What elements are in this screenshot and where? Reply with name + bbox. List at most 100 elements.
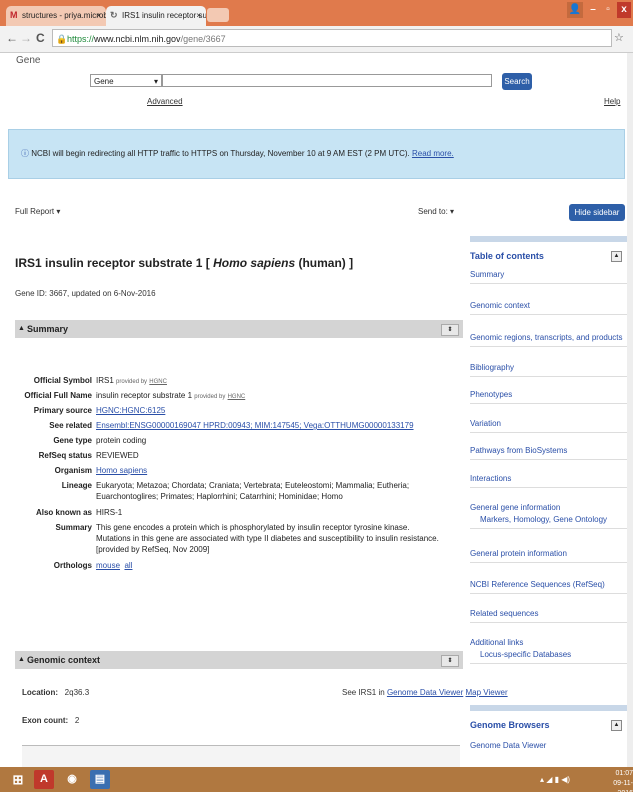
close-tab-icon[interactable]: × <box>96 6 101 26</box>
genome-data-viewer-link[interactable]: Genome Data Viewer <box>387 688 463 697</box>
hgnc-link[interactable]: HGNC <box>228 394 246 400</box>
acrobat-icon[interactable]: A <box>34 770 54 789</box>
provided-by: provided by <box>194 394 226 400</box>
clock[interactable]: 01:07 09-11-2016 <box>601 769 633 799</box>
sidebar-item-related-sequences[interactable]: Related sequences <box>470 609 627 623</box>
sidebar-top-bar <box>470 236 627 242</box>
toc-collapse-icon[interactable]: ▲ <box>611 251 622 262</box>
map-viewer-link[interactable]: Map Viewer <box>466 688 508 697</box>
gene-symbol: IRS1 <box>15 256 42 270</box>
sidebar-subitem-locus-db[interactable]: Locus-specific Databases <box>470 650 627 659</box>
url-input[interactable]: 🔒 https://www.ncbi.nlm.nih.gov/gene/3667 <box>52 29 612 47</box>
new-tab-button[interactable] <box>207 8 229 22</box>
page-scrollbar[interactable] <box>627 53 633 767</box>
row-label: Lineage <box>61 481 92 490</box>
browsers-collapse-icon[interactable]: ▲ <box>611 720 622 731</box>
page-title: IRS1 insulin receptor substrate 1 [ Homo… <box>15 256 353 270</box>
hide-sidebar-button[interactable]: Hide sidebar >> <box>569 204 625 234</box>
sidebar-item-interactions[interactable]: Interactions <box>470 474 627 488</box>
system-tray-icons[interactable]: ▴ ◢ ▮ ◀) <box>540 775 570 784</box>
sidebar-item-summary[interactable]: Summary <box>470 270 627 284</box>
read-more-link[interactable]: Read more. <box>412 149 454 158</box>
sidebar-subitem-markers[interactable]: Markers, Homology, Gene Ontology <box>470 515 627 524</box>
exon-value: 2 <box>74 716 80 725</box>
search-button[interactable]: Search <box>502 73 532 90</box>
exon-label: Exon count: <box>22 716 69 725</box>
sidebar-item-additional-links[interactable]: Additional links Locus-specific Database… <box>470 638 627 664</box>
exon-count-line: Exon count: 2 <box>22 716 79 725</box>
search-input[interactable] <box>162 74 492 87</box>
close-tab-icon[interactable]: × <box>196 6 201 26</box>
sidebar-item-genome-data-viewer[interactable]: Genome Data Viewer <box>470 741 627 754</box>
help-link[interactable]: Help <box>604 97 620 106</box>
section-title: Genomic context <box>27 655 101 665</box>
tab-label: structures - priya.microb <box>22 11 106 20</box>
clock-time: 01:07 <box>615 770 633 777</box>
genomic-context-section-header[interactable]: ▲ Genomic context ⇕ <box>15 651 463 669</box>
tab-gmail[interactable]: M structures - priya.microb × <box>6 6 106 26</box>
section-title: Summary <box>27 324 69 334</box>
toc-title: Table of contents <box>470 251 544 261</box>
row-label: Official Symbol <box>33 376 92 385</box>
info-icon: ⓘ <box>21 149 29 158</box>
summary-section-header[interactable]: ▲ Summary ⇕ <box>15 320 463 338</box>
organism-link[interactable]: Homo sapiens <box>96 466 147 475</box>
forward-icon[interactable]: → <box>20 30 32 46</box>
sidebar-item-genomic-context[interactable]: Genomic context <box>470 301 627 315</box>
database-select[interactable]: Gene ▾ <box>90 74 162 87</box>
see-related-links[interactable]: Ensembl:ENSG00000169047 HPRD:00943; MIM:… <box>96 421 414 430</box>
file-explorer-icon[interactable]: ▤ <box>90 770 110 789</box>
url-scheme: https:// <box>67 34 95 44</box>
see-prefix: See IRS1 in <box>342 688 385 697</box>
address-bar: ← → C 🔒 https://www.ncbi.nlm.nih.gov/gen… <box>0 26 633 53</box>
url-path: /gene/3667 <box>180 34 226 44</box>
advanced-link[interactable]: Advanced <box>147 97 183 106</box>
row-label: Primary source <box>33 406 92 415</box>
row-label: Organism <box>54 466 92 475</box>
section-nav-icon[interactable]: ⇕ <box>441 324 459 336</box>
sidebar-item-label: Additional links <box>470 638 524 647</box>
sidebar-item-general-gene-info[interactable]: General gene information Markers, Homolo… <box>470 503 627 529</box>
tab-strip: M structures - priya.microb × ↻ IRS1 ins… <box>0 0 633 26</box>
sidebar-browsers-bar <box>470 705 627 711</box>
collapse-icon: ▲ <box>18 325 25 332</box>
chrome-icon[interactable]: ◉ <box>62 770 82 789</box>
row-value: IRS1 <box>96 376 114 385</box>
send-to-dropdown[interactable]: Send to: ▾ <box>418 207 454 216</box>
close-window-button[interactable]: x <box>617 2 631 18</box>
provided-by: provided by <box>116 379 148 385</box>
lock-icon: 🔒 <box>56 34 68 44</box>
sidebar-item-general-protein-info[interactable]: General protein information <box>470 549 627 563</box>
species-name: Homo sapiens <box>213 256 296 270</box>
user-icon[interactable]: 👤 <box>567 2 583 18</box>
row-value: Eukaryota; Metazoa; Chordata; Craniata; … <box>96 481 410 501</box>
orthologs-mouse-link[interactable]: mouse <box>96 561 120 570</box>
orthologs-all-link[interactable]: all <box>124 561 132 570</box>
sidebar-item-refseq[interactable]: NCBI Reference Sequences (RefSeq) <box>470 580 627 594</box>
sidebar-item-pathways[interactable]: Pathways from BioSystems <box>470 446 627 460</box>
sidebar-item-phenotypes[interactable]: Phenotypes <box>470 390 627 404</box>
section-nav-icon[interactable]: ⇕ <box>441 655 459 667</box>
sidebar-item-variation[interactable]: Variation <box>470 419 627 433</box>
reload-icon[interactable]: C <box>36 30 45 46</box>
star-icon[interactable]: ☆ <box>614 30 624 46</box>
row-label: See related <box>49 421 92 430</box>
windows-start-icon[interactable]: ⊞ <box>8 770 28 789</box>
chevron-down-icon: ▾ <box>153 77 158 86</box>
tab-irs1[interactable]: ↻ IRS1 insulin receptor subs × <box>106 6 206 26</box>
minimize-button[interactable]: – <box>587 2 599 18</box>
row-label: Also known as <box>35 508 92 517</box>
genome-browsers-title: Genome Browsers <box>470 720 550 730</box>
row-label: Summary <box>55 523 92 532</box>
full-report-dropdown[interactable]: Full Report ▾ <box>15 207 60 216</box>
back-icon[interactable]: ← <box>6 30 18 46</box>
sidebar-item-genomic-regions[interactable]: Genomic regions, transcripts, and produc… <box>470 333 627 347</box>
gene-name: insulin receptor substrate 1 [ <box>45 256 210 270</box>
maximize-button[interactable]: ▫ <box>602 2 614 18</box>
hgnc-link[interactable]: HGNC <box>149 379 167 385</box>
sidebar-item-bibliography[interactable]: Bibliography <box>470 363 627 377</box>
tab-label: IRS1 insulin receptor subs <box>122 11 206 20</box>
location-value: 2q36.3 <box>64 688 90 697</box>
primary-source-link[interactable]: HGNC:HGNC:6125 <box>96 406 165 415</box>
notice-text: NCBI will begin redirecting all HTTP tra… <box>31 149 410 158</box>
